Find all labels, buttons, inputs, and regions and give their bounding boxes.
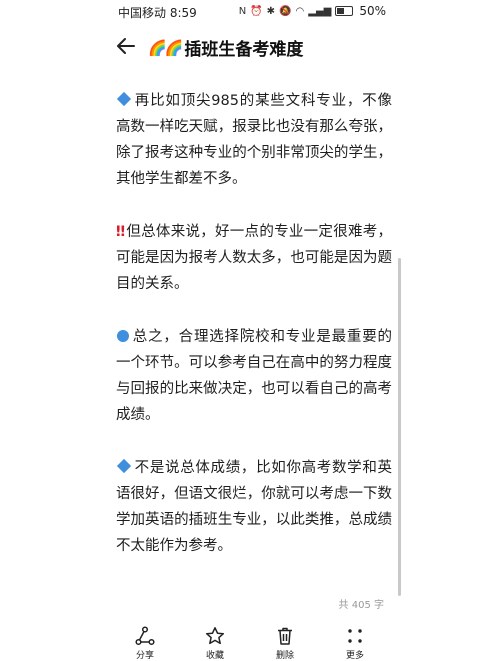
wifi-icon: ◠ xyxy=(295,5,305,17)
nfc-icon: N xyxy=(238,5,247,17)
back-button[interactable] xyxy=(114,33,140,59)
delete-button[interactable]: 删除 xyxy=(260,626,310,661)
paragraph: 总之，合理选择院校和专业是最重要的一个环节。可以参考自己在高中的努力程度与回报的… xyxy=(116,324,392,428)
battery-icon xyxy=(335,6,354,16)
more-label: 更多 xyxy=(345,651,364,661)
carrier-time: 中国移动 8:59 xyxy=(118,6,197,20)
back-arrow-icon xyxy=(117,38,135,54)
paragraph-text: 但总体来说，好一点的专业一定很难考，可能是因为报考人数太多，也可能是因为题目的关… xyxy=(116,224,393,292)
paragraph: ‼ 但总体来说，好一点的专业一定很难考，可能是因为报考人数太多，也可能是因为题目的… xyxy=(116,219,392,297)
alarm-icon: ⏰ xyxy=(250,5,263,17)
favorite-label: 收藏 xyxy=(205,651,224,661)
bluetooth-icon: ✱ xyxy=(266,5,276,17)
status-icons: N ⏰ ✱ 🔕 ◠ ▂▄▆ 50% xyxy=(239,4,386,18)
signal-icon: ▂▄▆ xyxy=(308,5,332,17)
scrollbar[interactable] xyxy=(398,258,401,596)
favorite-button[interactable]: 收藏 xyxy=(190,626,240,661)
battery-level: 50% xyxy=(359,4,386,18)
double-exclamation-icon: ‼ xyxy=(116,224,125,240)
paragraph-text: 不是说总体成绩，比如你高考数学和英语很好，但语文很烂，你就可以考虑一下数学加英语… xyxy=(116,460,392,554)
header: 🌈🌈 插班生备考难度 xyxy=(0,30,500,64)
status-bar: 中国移动 8:59 N ⏰ ✱ 🔕 ◠ ▂▄▆ 50% xyxy=(0,0,500,24)
page-title-text: 插班生备考难度 xyxy=(184,40,304,60)
blue-circle-icon xyxy=(117,330,129,342)
more-button[interactable]: 更多 xyxy=(330,626,380,661)
blue-diamond-icon xyxy=(116,91,132,107)
paragraph-text: 再比如顶尖985的某些文科专业，不像高数一样吃天赋，报录比也没有那么夸张，除了报… xyxy=(116,93,392,187)
mute-icon: 🔕 xyxy=(279,5,292,17)
delete-label: 删除 xyxy=(275,651,294,661)
star-icon xyxy=(205,627,225,645)
blue-diamond-icon xyxy=(116,458,132,474)
paragraph: 再比如顶尖985的某些文科专业，不像高数一样吃天赋，报录比也没有那么夸张，除了报… xyxy=(116,88,392,192)
page-title: 🌈🌈 插班生备考难度 xyxy=(148,35,304,61)
note-body[interactable]: 再比如顶尖985的某些文科专业，不像高数一样吃天赋，报录比也没有那么夸张，除了报… xyxy=(116,88,392,586)
more-dots-icon xyxy=(348,629,362,643)
paragraph: 不是说总体成绩，比如你高考数学和英语很好，但语文很烂，你就可以考虑一下数学加英语… xyxy=(116,455,392,559)
trash-icon xyxy=(278,627,292,645)
word-count: 共 405 字 xyxy=(338,600,384,611)
share-label: 分享 xyxy=(135,651,154,661)
share-icon xyxy=(135,626,155,646)
share-button[interactable]: 分享 xyxy=(120,626,170,661)
paragraph-text: 总之，合理选择院校和专业是最重要的一个环节。可以参考自己在高中的努力程度与回报的… xyxy=(116,329,392,423)
bottom-toolbar: 分享 收藏 删除 更多 xyxy=(0,624,500,661)
rainbow-icon: 🌈🌈 xyxy=(148,38,183,57)
